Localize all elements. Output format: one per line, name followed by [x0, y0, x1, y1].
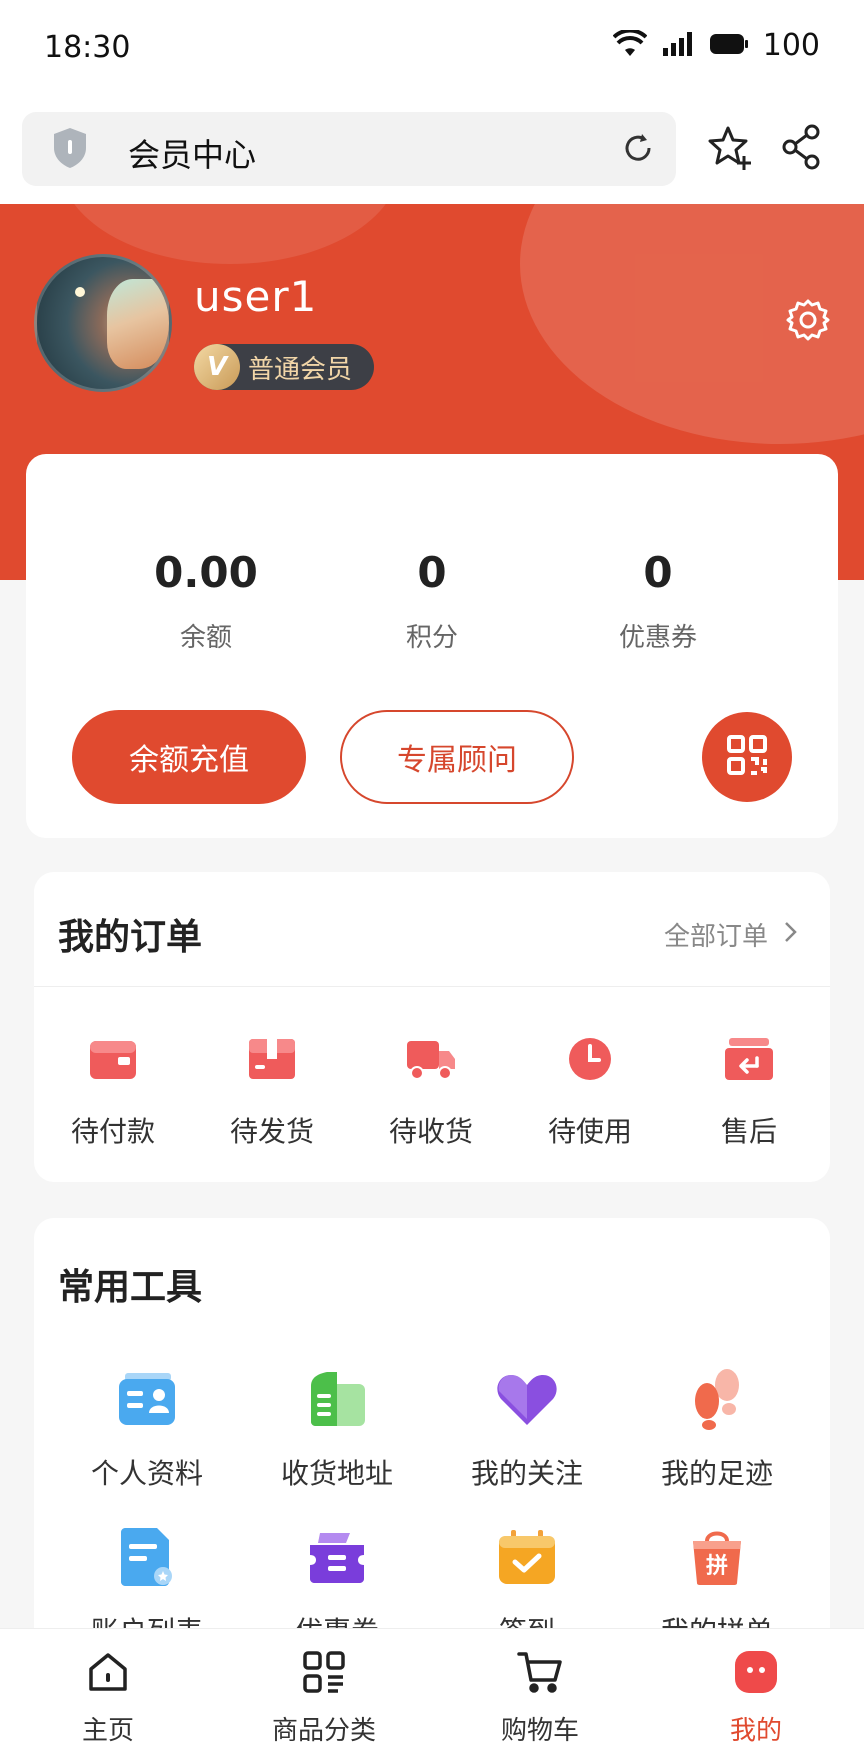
tools-title: 常用工具: [58, 1267, 203, 1308]
avatar[interactable]: [34, 254, 172, 392]
battery-level: 100: [762, 28, 820, 63]
order-after-sales[interactable]: 售后: [674, 1034, 824, 1150]
tool-label: 个人资料: [90, 1457, 203, 1490]
wifi-icon: [612, 28, 648, 62]
order-pending-shipment[interactable]: 待发货: [197, 1034, 347, 1150]
profile-face-icon: [732, 1648, 780, 1696]
return-box-icon: [721, 1034, 777, 1084]
footprint-icon: [682, 1364, 752, 1434]
stat-value: 0: [643, 548, 673, 597]
all-orders-link[interactable]: 全部订单: [664, 916, 798, 953]
tab-categories[interactable]: 商品分类: [224, 1648, 424, 1747]
tool-following[interactable]: 我的关注: [432, 1364, 622, 1492]
home-icon: [84, 1648, 132, 1696]
share-icon[interactable]: [780, 124, 824, 174]
order-pending-payment[interactable]: 待付款: [38, 1034, 188, 1150]
tab-cart[interactable]: 购物车: [440, 1648, 640, 1747]
member-level-label: 普通会员: [248, 354, 353, 385]
reload-icon[interactable]: [620, 130, 656, 170]
account-list-icon: [112, 1522, 182, 1592]
tab-home[interactable]: 主页: [8, 1648, 208, 1747]
tool-footprint[interactable]: 我的足迹: [622, 1364, 812, 1492]
stat-balance[interactable]: 0.00 余额: [106, 548, 306, 654]
vip-badge-icon: V: [194, 344, 240, 390]
order-pending-receipt[interactable]: 待收货: [356, 1034, 506, 1150]
qr-code-button[interactable]: [702, 712, 792, 802]
address-book-icon: [302, 1364, 372, 1434]
divider: [34, 986, 830, 987]
profile-card-icon: [112, 1364, 182, 1434]
group-buy-bag-icon: 拼: [682, 1522, 752, 1592]
stat-label: 余额: [179, 623, 232, 653]
stat-value: 0: [417, 548, 447, 597]
tab-profile[interactable]: 我的: [656, 1648, 856, 1747]
order-label: 待收货: [388, 1115, 473, 1148]
stat-label: 优惠券: [618, 623, 697, 653]
order-label: 待使用: [547, 1115, 632, 1148]
clock-icon: [562, 1034, 618, 1084]
qr-code-icon: [726, 734, 768, 780]
status-time: 18:30: [44, 30, 131, 65]
tab-label: 商品分类: [271, 1716, 376, 1746]
category-icon: [300, 1648, 348, 1696]
tool-profile[interactable]: 个人资料: [52, 1364, 242, 1492]
wallet-icon: [85, 1034, 141, 1084]
star-add-icon[interactable]: [706, 124, 754, 176]
stat-value: 0.00: [154, 548, 258, 597]
chevron-right-icon: [784, 920, 798, 950]
tool-label: 我的足迹: [660, 1457, 773, 1490]
order-label: 待发货: [229, 1115, 314, 1148]
checkin-calendar-icon: [492, 1522, 562, 1592]
tool-label: 我的关注: [470, 1457, 583, 1490]
all-orders-label: 全部订单: [664, 922, 769, 952]
address-bar-title: 会员中心: [128, 136, 257, 174]
stat-points[interactable]: 0 积分: [332, 548, 532, 654]
stat-label: 积分: [405, 623, 458, 653]
tab-label: 主页: [81, 1716, 134, 1746]
tool-address[interactable]: 收货地址: [242, 1364, 432, 1492]
orders-title: 我的订单: [58, 917, 203, 958]
tab-label: 我的: [729, 1716, 782, 1746]
order-label: 待付款: [70, 1115, 155, 1148]
tab-label: 购物车: [500, 1716, 579, 1746]
status-indicators: 100: [612, 28, 820, 63]
heart-icon: [492, 1364, 562, 1434]
settings-gear-icon[interactable]: [786, 298, 830, 346]
recharge-button[interactable]: 余额充值: [72, 710, 306, 804]
truck-icon: [403, 1034, 459, 1084]
address-bar[interactable]: [22, 112, 676, 186]
package-icon: [244, 1034, 300, 1084]
stat-coupons[interactable]: 0 优惠券: [558, 548, 758, 654]
battery-icon: [709, 32, 749, 60]
cellular-signal-icon: [661, 30, 695, 62]
advisor-button[interactable]: 专属顾问: [340, 710, 574, 804]
username: user1: [194, 272, 318, 321]
order-pending-use[interactable]: 待使用: [515, 1034, 665, 1150]
group-buy-glyph: 拼: [705, 1554, 728, 1579]
tool-label: 收货地址: [280, 1457, 393, 1490]
coupon-icon: [302, 1522, 372, 1592]
order-label: 售后: [720, 1115, 777, 1148]
shield-icon: [50, 126, 90, 174]
cart-icon: [516, 1648, 564, 1696]
